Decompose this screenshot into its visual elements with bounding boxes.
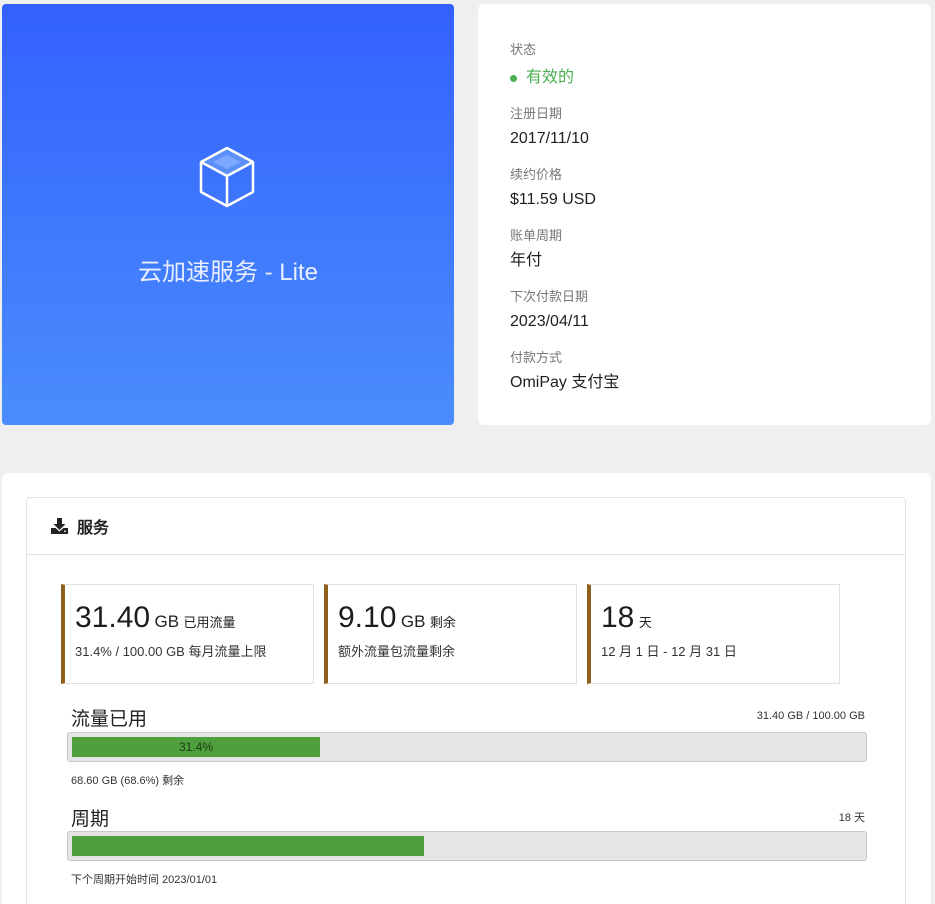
service-panel: 服务 31.40 GB 已用流量 31.4% / 100.00 GB 每月流量上… — [2, 473, 931, 904]
payment-method-label: 付款方式 — [510, 350, 563, 365]
service-title: 服务 — [77, 520, 110, 537]
cube-icon — [199, 146, 255, 208]
stat-used-unit: GB — [154, 612, 180, 631]
stat-days-sub: 12 月 1 日 - 12 月 31 日 — [601, 644, 737, 659]
reg-date-value: 2017/11/10 — [510, 130, 589, 147]
traffic-progress-label: 31.4% — [179, 740, 214, 754]
stat-days-label: 天 — [638, 615, 652, 630]
service-info-card: 状态 有效的 注册日期 2017/11/10 续约价格 $11.59 USD 账… — [478, 4, 931, 425]
cycle-progress-fill — [72, 836, 425, 856]
renew-price-group: 续约价格 $11.59 USD — [510, 167, 931, 210]
product-name: 云加速服务 - Lite — [137, 259, 319, 286]
stat-used-value: 31.40 — [75, 601, 151, 634]
stat-card-remaining: 9.10 GB 剩余 额外流量包流量剩余 — [324, 584, 577, 684]
traffic-usage-text: 31.40 GB / 100.00 GB — [756, 710, 865, 722]
status-label: 状态 — [510, 42, 537, 57]
status-badge: 有效的 — [510, 68, 931, 88]
download-icon — [51, 518, 68, 534]
cycle-next-note: 下个周期开始时间 2023/01/01 — [71, 874, 218, 886]
payment-method-value: OmiPay 支付宝 — [510, 374, 620, 391]
stat-card-days: 18 天 12 月 1 日 - 12 月 31 日 — [587, 584, 840, 684]
stat-remaining-unit: GB — [400, 612, 426, 631]
cycle-days-text: 18 天 — [838, 812, 865, 824]
cycle-title: 周期 — [71, 809, 110, 830]
stat-card-used: 31.40 GB 已用流量 31.4% / 100.00 GB 每月流量上限 — [61, 584, 314, 684]
status-dot-icon — [510, 74, 517, 82]
stat-used-label: 已用流量 — [183, 615, 236, 630]
traffic-title: 流量已用 — [71, 709, 148, 730]
stat-used-sub: 31.4% / 100.00 GB 每月流量上限 — [75, 644, 267, 659]
traffic-remaining-note: 68.60 GB (68.6%) 剩余 — [71, 775, 185, 787]
reg-date-group: 注册日期 2017/11/10 — [510, 106, 931, 149]
status-group: 状态 有效的 — [510, 42, 931, 88]
next-due-label: 下次付款日期 — [510, 289, 589, 304]
service-card-header: 服务 — [27, 498, 905, 555]
next-due-value: 2023/04/11 — [510, 313, 589, 330]
stat-remaining-sub: 额外流量包流量剩余 — [338, 644, 456, 659]
cycle-progress-bar — [67, 831, 867, 861]
status-value: 有效的 — [526, 69, 575, 86]
product-hero: 云加速服务 - Lite — [2, 4, 454, 425]
payment-method-group: 付款方式 OmiPay 支付宝 — [510, 350, 931, 393]
stat-days-value: 18 — [601, 601, 635, 634]
stat-remaining-label: 剩余 — [429, 615, 456, 630]
traffic-progress-bar: 31.4% — [67, 732, 867, 762]
traffic-progress-fill: 31.4% — [72, 737, 321, 757]
renew-price-value: $11.59 USD — [510, 191, 596, 208]
billing-cycle-value: 年付 — [510, 252, 543, 269]
service-card: 服务 31.40 GB 已用流量 31.4% / 100.00 GB 每月流量上… — [26, 497, 906, 904]
billing-cycle-group: 账单周期 年付 — [510, 228, 931, 271]
reg-date-label: 注册日期 — [510, 106, 563, 121]
billing-cycle-label: 账单周期 — [510, 228, 563, 243]
stat-remaining-value: 9.10 — [338, 601, 397, 634]
renew-price-label: 续约价格 — [510, 167, 563, 182]
next-due-group: 下次付款日期 2023/04/11 — [510, 289, 931, 332]
